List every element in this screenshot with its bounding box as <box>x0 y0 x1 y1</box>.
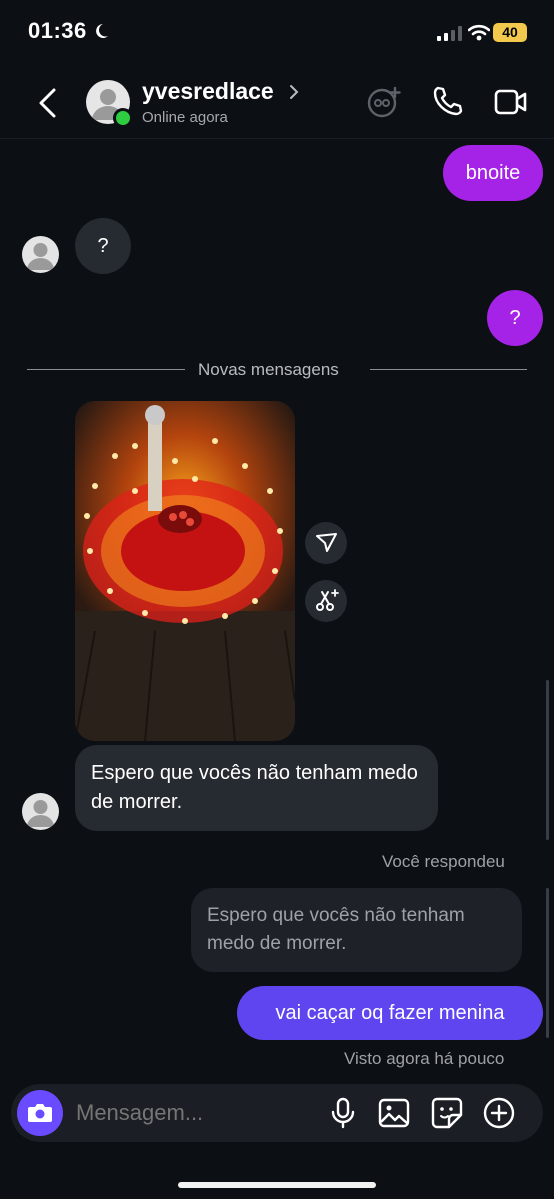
plus-icon[interactable] <box>483 1097 515 1129</box>
camera-icon <box>28 1104 52 1122</box>
chevron-right-icon[interactable] <box>288 84 300 100</box>
sent-message-bubble[interactable]: ? <box>487 290 543 346</box>
sender-avatar[interactable] <box>22 793 59 830</box>
new-messages-label: Novas mensagens <box>198 360 339 379</box>
avatar-silhouette-icon <box>27 243 54 270</box>
add-people-icon[interactable] <box>366 85 402 119</box>
video-icon[interactable] <box>494 88 528 116</box>
contact-username[interactable]: yvesredlace <box>142 78 274 105</box>
mic-icon[interactable] <box>330 1097 356 1129</box>
wifi-icon <box>468 24 490 41</box>
avatar-silhouette-icon <box>27 800 54 827</box>
sender-avatar[interactable] <box>22 236 59 273</box>
you-replied-label: Você respondeu <box>382 852 505 871</box>
seen-status: Visto agora há pouco <box>344 1049 505 1068</box>
candle-circle-photo <box>75 401 295 741</box>
online-indicator <box>113 108 133 128</box>
sent-message-bubble[interactable]: bnoite <box>443 145 543 201</box>
scrollbar-thumb-secondary[interactable] <box>546 888 549 1038</box>
battery-icon: 40 <box>493 23 527 42</box>
contact-status: Online agora <box>142 109 228 126</box>
send-icon <box>316 533 337 552</box>
received-message-bubble[interactable]: Espero que vocês não tenham medo de morr… <box>75 745 438 831</box>
gallery-icon[interactable] <box>378 1098 410 1128</box>
ritual-photo[interactable] <box>75 401 295 741</box>
received-message-bubble[interactable]: ? <box>75 218 131 274</box>
message-text: Espero que vocês não tenham medo de morr… <box>91 762 418 813</box>
home-indicator[interactable] <box>178 1182 376 1188</box>
message-text: vai caçar oq fazer menina <box>275 1002 505 1024</box>
message-text: ? <box>509 307 521 329</box>
sticker-icon[interactable] <box>431 1097 463 1129</box>
new-messages-divider-right <box>370 369 527 370</box>
back-icon[interactable] <box>36 88 60 118</box>
share-button[interactable] <box>305 522 347 564</box>
message-input[interactable] <box>76 1100 306 1126</box>
scrollbar-thumb[interactable] <box>546 680 549 840</box>
phone-icon[interactable] <box>431 85 463 117</box>
reply-quote-bubble[interactable]: Espero que vocês não tenham medo de morr… <box>191 888 522 972</box>
signal-icon <box>437 26 462 41</box>
scissors-sparkle-icon <box>316 589 339 611</box>
new-messages-divider-left <box>27 369 185 370</box>
header-divider <box>0 138 554 139</box>
quote-text: Espero que vocês não tenham medo de morr… <box>207 905 465 954</box>
status-time: 01:36 <box>28 18 87 43</box>
camera-button[interactable] <box>17 1090 63 1136</box>
message-text: ? <box>97 235 109 257</box>
sent-message-bubble[interactable]: vai caçar oq fazer menina <box>237 986 543 1040</box>
remix-button[interactable] <box>305 580 347 622</box>
message-text: bnoite <box>465 162 521 184</box>
moon-icon <box>96 24 108 38</box>
